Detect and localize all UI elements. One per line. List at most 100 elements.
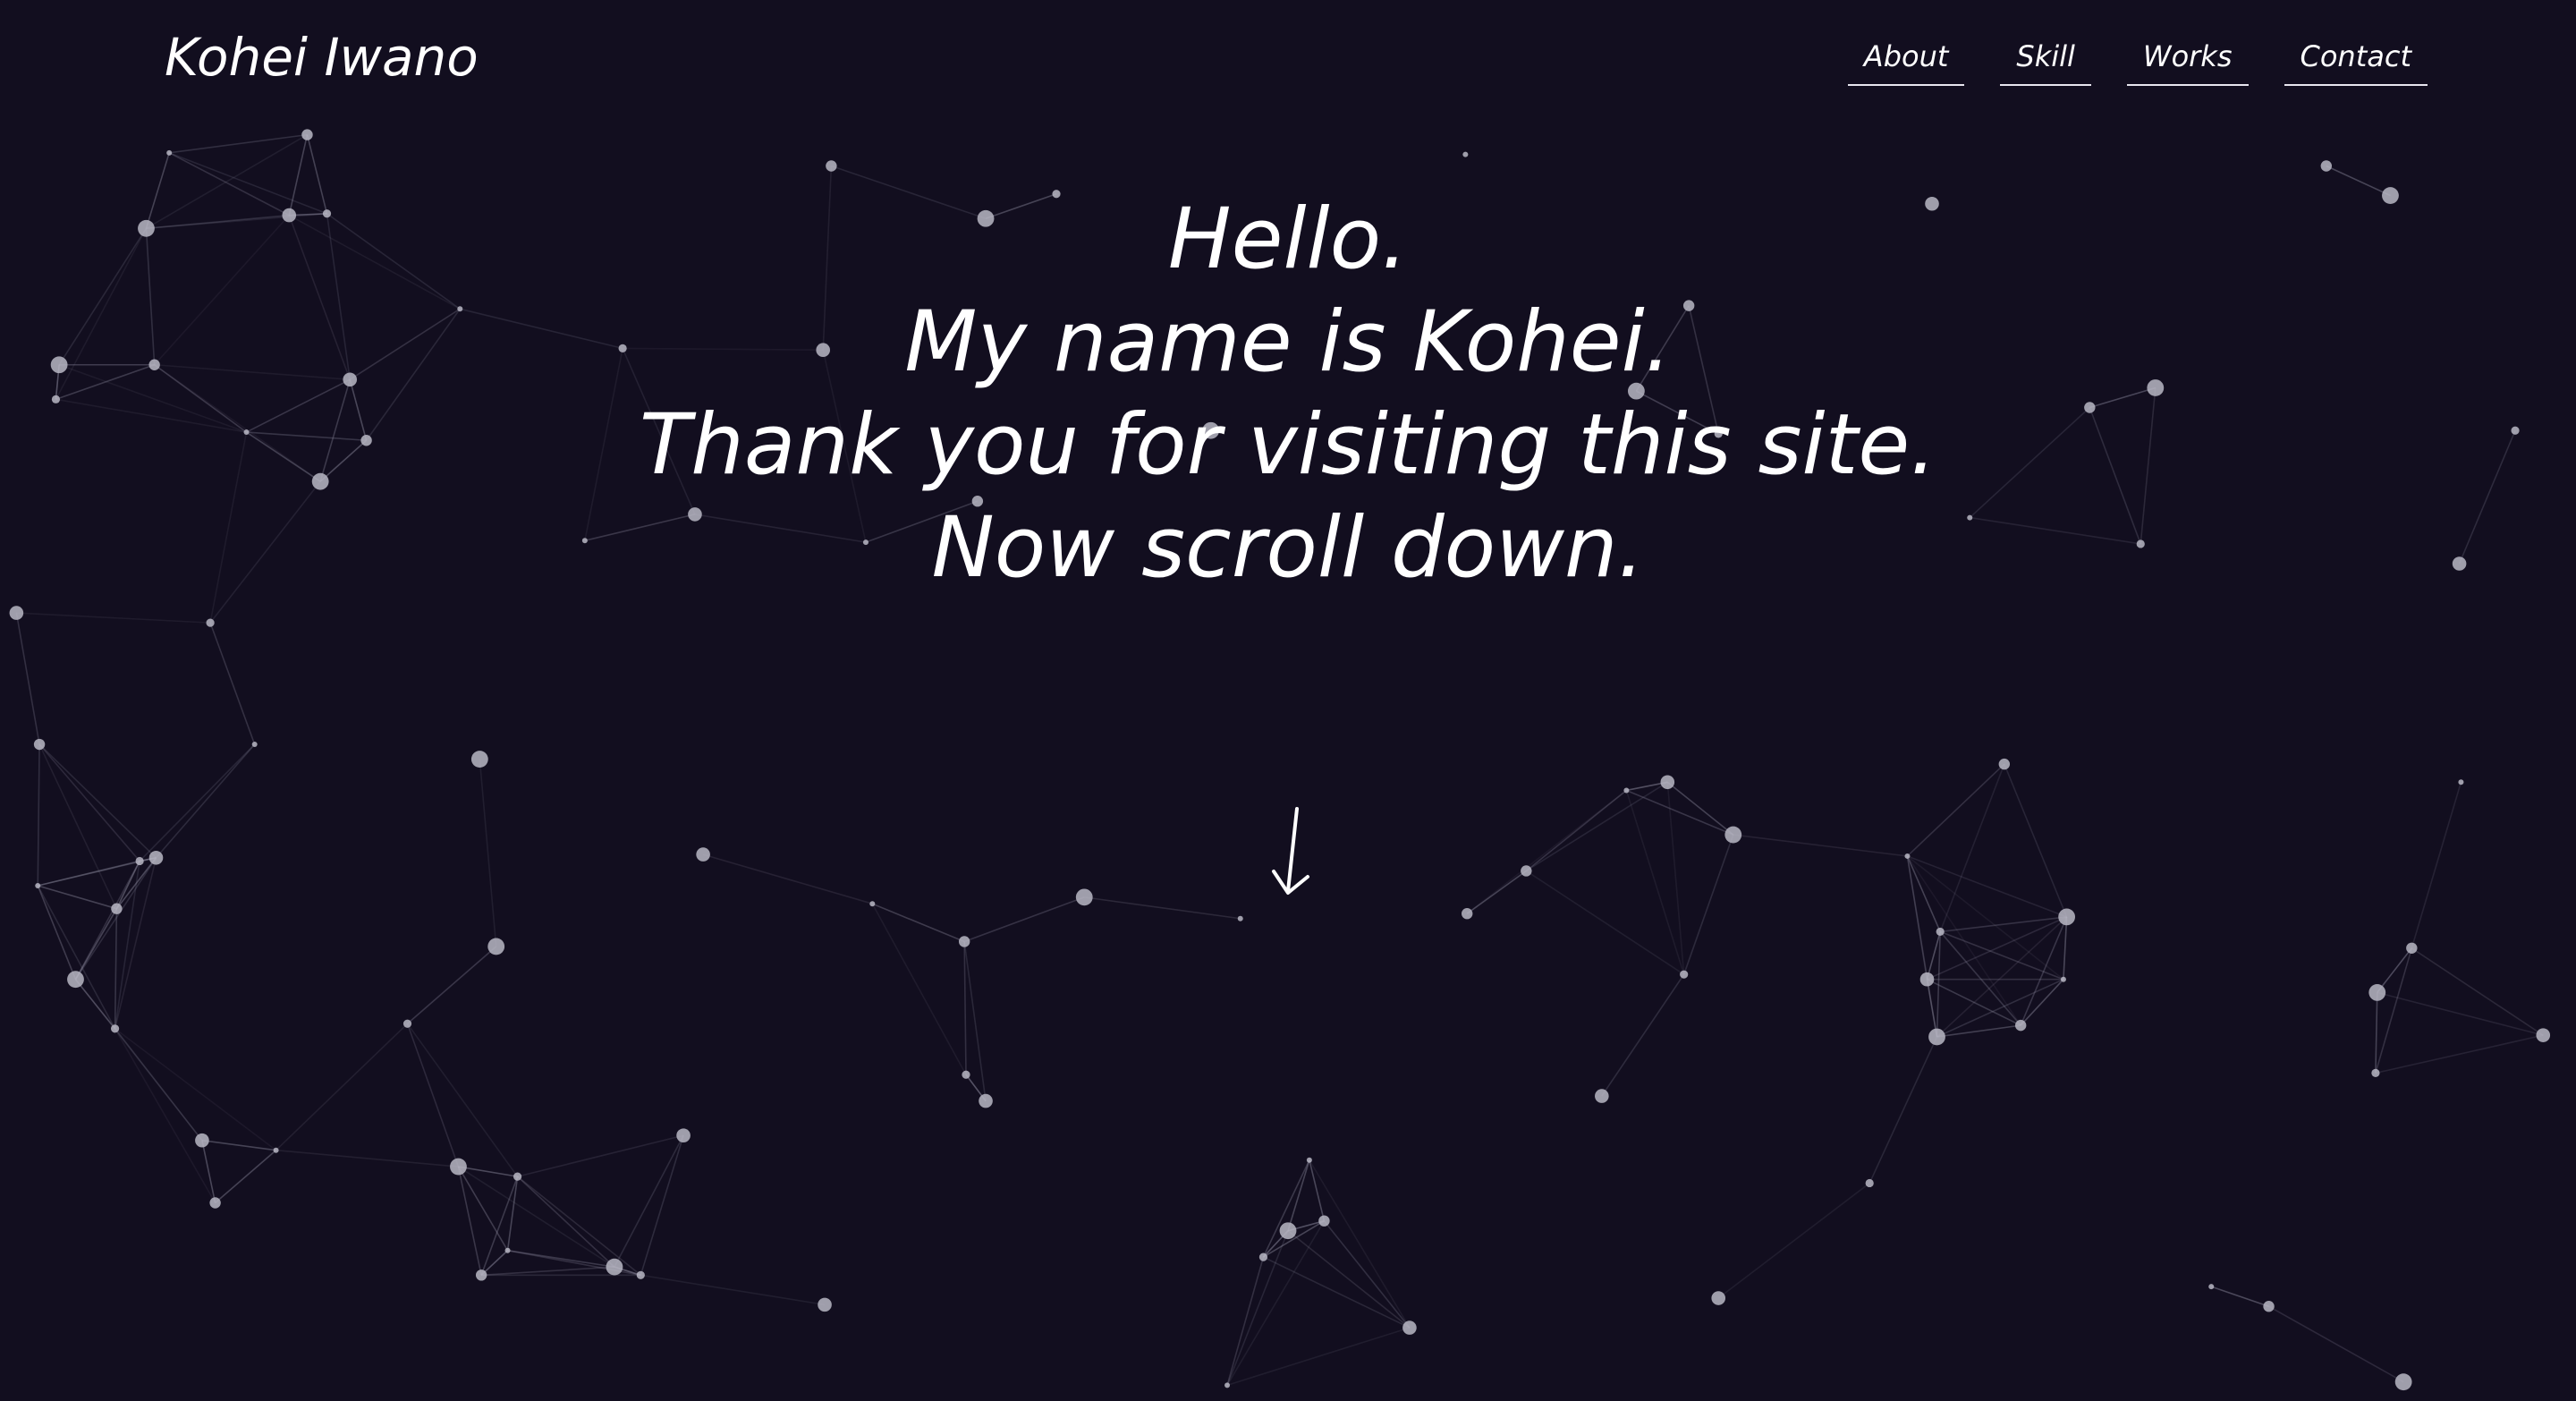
network-link (37, 885, 77, 980)
network-link (37, 885, 116, 1030)
network-node (9, 606, 24, 620)
network-link (517, 1176, 615, 1268)
network-link (872, 903, 965, 943)
network-link (2004, 763, 2068, 918)
hero-line-thanks: Thank you for visiting this site. (639, 396, 1937, 494)
network-node (111, 903, 123, 914)
network-node (1306, 1157, 1312, 1163)
network-node (1919, 972, 1935, 987)
network-node (2368, 983, 2386, 1001)
network-link (517, 1134, 684, 1177)
network-node (1402, 1320, 1417, 1335)
network-node (110, 1024, 120, 1033)
hero-greeting: Hello. My name is Kohei. Thank you for v… (0, 188, 2576, 599)
network-node (1521, 865, 1532, 877)
network-node (2058, 908, 2076, 926)
network-node (1623, 787, 1630, 794)
network-node (1258, 1252, 1268, 1261)
network-link (458, 1166, 615, 1268)
network-link (871, 903, 967, 1075)
network-node (962, 1070, 970, 1079)
network-node (2014, 1019, 2027, 1032)
network-link (481, 1266, 614, 1277)
network-link (1466, 870, 1527, 914)
network-link (1940, 916, 2067, 933)
network-link (155, 743, 256, 859)
network-node (1711, 1291, 1726, 1305)
network-link (2268, 1305, 2404, 1383)
network-link (2375, 947, 2413, 1074)
network-link (1084, 896, 1241, 920)
network-link (201, 1140, 216, 1203)
network-link (2375, 1034, 2544, 1074)
network-link (215, 1150, 277, 1204)
network-link (37, 744, 40, 887)
network-node (2406, 942, 2418, 954)
network-link (2210, 1286, 2269, 1307)
network-link (457, 1166, 509, 1252)
network-link (16, 612, 211, 624)
network-node (2371, 1068, 2380, 1077)
network-link (1226, 1256, 1265, 1386)
network-link (139, 743, 256, 862)
network-link (2377, 991, 2544, 1036)
network-node (979, 1093, 993, 1108)
network-link (1626, 789, 1734, 836)
network-link (1601, 973, 1685, 1097)
network-node (818, 1297, 832, 1312)
network-link (406, 1023, 460, 1168)
network-node (402, 1019, 412, 1028)
network-node (487, 938, 505, 955)
network-link (963, 896, 1085, 943)
nav-link-about[interactable]: About (1847, 36, 1965, 86)
network-link (1666, 781, 1734, 836)
network-node (2536, 1028, 2551, 1042)
hero-line-name: My name is Kohei. (904, 293, 1672, 391)
network-node (504, 1247, 511, 1253)
network-node (958, 936, 970, 947)
network-link (15, 612, 40, 745)
site-logo[interactable]: Kohei Iwano (165, 27, 479, 88)
network-node (1936, 927, 1945, 937)
network-node (475, 1269, 487, 1281)
network-node (1998, 758, 2011, 770)
network-node (2458, 779, 2464, 785)
arrow-down-icon[interactable] (1270, 805, 1315, 904)
network-link (1926, 979, 1938, 1038)
network-node (1724, 826, 1742, 844)
network-link (2411, 782, 2462, 949)
network-link (1525, 870, 1685, 975)
network-node (826, 160, 837, 172)
network-link (74, 908, 118, 981)
network-node (450, 1158, 467, 1176)
network-link (1733, 834, 1908, 857)
network-node (513, 1172, 522, 1181)
hero-line-scroll: Now scroll down. (931, 499, 1645, 597)
network-link (275, 1023, 409, 1151)
network-link (1907, 855, 2067, 918)
network-node (35, 883, 41, 888)
network-node (1237, 915, 1243, 921)
network-node (1075, 888, 1093, 906)
network-link (506, 1176, 519, 1251)
network-node (251, 742, 258, 748)
nav-link-works[interactable]: Works (2126, 36, 2249, 86)
network-node (148, 850, 164, 865)
network-node (1660, 775, 1675, 790)
nav-link-skill[interactable]: Skill (2000, 36, 2091, 86)
network-link (1927, 978, 2021, 1026)
network-link (1309, 1159, 1326, 1221)
network-node (67, 971, 84, 989)
nav-link-contact[interactable]: Contact (2284, 36, 2428, 86)
network-link (480, 1176, 519, 1276)
network-node (636, 1270, 645, 1279)
network-link (1525, 789, 1627, 872)
network-link (640, 1274, 826, 1306)
network-node (2060, 976, 2066, 982)
network-link (38, 885, 117, 910)
network-link (1936, 916, 2068, 1038)
network-node (195, 1133, 209, 1148)
network-link (406, 946, 497, 1024)
network-node (1680, 970, 1689, 979)
hero-line-hello: Hello. (1167, 191, 1409, 288)
